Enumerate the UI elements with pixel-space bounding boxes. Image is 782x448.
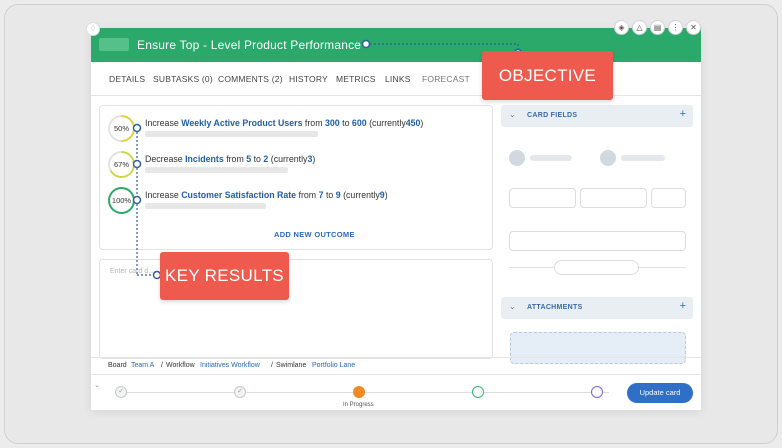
card-action-icons: ◈ △ ▤ ⋮ ✕ bbox=[614, 20, 701, 35]
workflow-footer: ⌄ ✓ ✓ In Progress Update card bbox=[91, 374, 701, 410]
progress-ring: 100% bbox=[108, 187, 135, 214]
kr-current-open: (currently bbox=[369, 118, 406, 128]
tab-subtasks[interactable]: SUBTASKS (0) bbox=[153, 74, 213, 84]
kr-placeholder-bar bbox=[145, 203, 266, 209]
tag-icon[interactable]: ◈ bbox=[614, 20, 629, 35]
card-fields-section-header[interactable]: ⌄ CARD FIELDS + bbox=[501, 105, 693, 127]
workflow-step-current[interactable] bbox=[353, 386, 365, 398]
chevron-down-icon: ⌄ bbox=[509, 110, 516, 119]
workflow-step-final[interactable] bbox=[591, 386, 603, 398]
workflow-track bbox=[121, 392, 609, 393]
add-attachment-icon[interactable]: + bbox=[680, 300, 686, 312]
more-icon[interactable]: ⋮ bbox=[668, 20, 683, 35]
field-placeholder-line bbox=[621, 155, 665, 161]
bell-icon[interactable]: ♢ bbox=[86, 22, 100, 36]
layout-icon[interactable]: ▤ bbox=[650, 20, 665, 35]
kr-metric[interactable]: Customer Satisfaction Rate bbox=[181, 190, 296, 200]
breadcrumb-board-link[interactable]: Team A bbox=[131, 362, 154, 369]
workflow-step-done[interactable]: ✓ bbox=[115, 386, 127, 398]
update-card-button[interactable]: Update card bbox=[627, 383, 693, 403]
breadcrumb-workflow-label: Workflow bbox=[166, 362, 195, 369]
breadcrumb-separator: / bbox=[271, 362, 273, 369]
description-placeholder: Enter card d... bbox=[110, 268, 154, 275]
tab-history[interactable]: HISTORY bbox=[289, 74, 328, 84]
close-icon[interactable]: ✕ bbox=[686, 20, 701, 35]
kr-to: 2 bbox=[263, 154, 269, 164]
field-input[interactable] bbox=[509, 188, 576, 208]
progress-percent: 100% bbox=[110, 189, 133, 212]
key-result-row[interactable]: 50% Increase Weekly Active Product Users… bbox=[108, 115, 488, 143]
add-field-icon[interactable]: + bbox=[680, 108, 686, 120]
card-title[interactable]: Ensure Top - Level Product Performance bbox=[137, 38, 361, 52]
tab-details[interactable]: DETAILS bbox=[109, 74, 145, 84]
kr-placeholder-bar bbox=[145, 131, 318, 137]
warning-icon[interactable]: △ bbox=[632, 20, 647, 35]
key-result-text: Decrease Incidents from 5 to 2 (currentl… bbox=[145, 154, 315, 164]
field-input[interactable] bbox=[580, 188, 647, 208]
kr-from: 300 bbox=[324, 118, 340, 128]
kr-to-word: to bbox=[325, 190, 334, 200]
kr-verb: Increase bbox=[145, 118, 179, 128]
kr-from-word: from bbox=[304, 118, 323, 128]
workflow-step-label: In Progress bbox=[343, 402, 374, 408]
kr-to: 9 bbox=[335, 190, 341, 200]
kr-current: 450 bbox=[405, 118, 421, 128]
avatar-placeholder bbox=[509, 150, 525, 166]
kr-from: 5 bbox=[246, 154, 252, 164]
objective-callout: OBJECTIVE bbox=[482, 51, 613, 100]
chevron-down-icon[interactable]: ⌄ bbox=[94, 381, 100, 389]
kr-metric[interactable]: Incidents bbox=[185, 154, 224, 164]
progress-percent: 67% bbox=[110, 153, 133, 176]
progress-ring: 67% bbox=[108, 151, 135, 178]
tab-metrics[interactable]: METRICS bbox=[336, 74, 376, 84]
breadcrumb-swimlane-link[interactable]: Portfolio Lane bbox=[312, 362, 355, 369]
kr-current-close: ) bbox=[312, 154, 316, 164]
kr-current-open: (currently bbox=[270, 154, 308, 164]
kr-to-word: to bbox=[253, 154, 261, 164]
breadcrumb: Board Team A / Workflow Initiatives Work… bbox=[91, 357, 701, 373]
card-fields-title: CARD FIELDS bbox=[527, 112, 578, 119]
breadcrumb-separator: / bbox=[161, 362, 163, 369]
kr-to: 600 bbox=[351, 118, 367, 128]
workflow-step-done[interactable]: ✓ bbox=[234, 386, 246, 398]
field-pill[interactable] bbox=[554, 260, 639, 275]
progress-percent: 50% bbox=[110, 117, 133, 140]
attachments-title: ATTACHMENTS bbox=[527, 304, 583, 311]
kr-to-word: to bbox=[342, 118, 350, 128]
workflow-step-next[interactable] bbox=[472, 386, 484, 398]
kr-metric[interactable]: Weekly Active Product Users bbox=[181, 118, 302, 128]
field-input-wide[interactable] bbox=[509, 231, 686, 251]
chevron-down-icon: ⌄ bbox=[509, 302, 516, 311]
tab-links[interactable]: LINKS bbox=[385, 74, 411, 84]
breadcrumb-workflow-link[interactable]: Initiatives Workflow bbox=[200, 362, 260, 369]
kr-from-word: from bbox=[298, 190, 317, 200]
avatar-placeholder bbox=[600, 150, 616, 166]
breadcrumb-board-label: Board bbox=[108, 362, 127, 369]
description-editor[interactable]: Enter card d... bbox=[99, 259, 493, 359]
outcomes-panel: 50% Increase Weekly Active Product Users… bbox=[99, 105, 493, 250]
key-results-callout: KEY RESULTS bbox=[160, 252, 289, 300]
kr-verb: Decrease bbox=[145, 154, 183, 164]
key-result-text: Increase Weekly Active Product Users fro… bbox=[145, 118, 423, 128]
attachments-section-header[interactable]: ⌄ ATTACHMENTS + bbox=[501, 297, 693, 319]
key-result-row[interactable]: 67% Decrease Incidents from 5 to 2 (curr… bbox=[108, 151, 488, 179]
key-result-row[interactable]: 100% Increase Customer Satisfaction Rate… bbox=[108, 187, 488, 215]
add-new-outcome-button[interactable]: ADD NEW OUTCOME bbox=[274, 230, 355, 239]
kr-current-open: (currently bbox=[343, 190, 380, 200]
kr-from: 7 bbox=[318, 190, 324, 200]
key-result-text: Increase Customer Satisfaction Rate from… bbox=[145, 190, 388, 200]
kr-from-word: from bbox=[226, 154, 244, 164]
progress-ring: 50% bbox=[108, 115, 135, 142]
card-id-chip[interactable] bbox=[99, 38, 129, 51]
kr-current-close: ) bbox=[420, 118, 424, 128]
kr-verb: Increase bbox=[145, 190, 179, 200]
kr-current-close: ) bbox=[384, 190, 388, 200]
kr-placeholder-bar bbox=[145, 167, 288, 173]
tab-comments[interactable]: COMMENTS (2) bbox=[218, 74, 283, 84]
tab-forecast[interactable]: FORECAST bbox=[422, 74, 470, 84]
breadcrumb-swimlane-label: Swimlane bbox=[276, 362, 307, 369]
field-input[interactable] bbox=[651, 188, 686, 208]
field-placeholder-line bbox=[530, 155, 572, 161]
